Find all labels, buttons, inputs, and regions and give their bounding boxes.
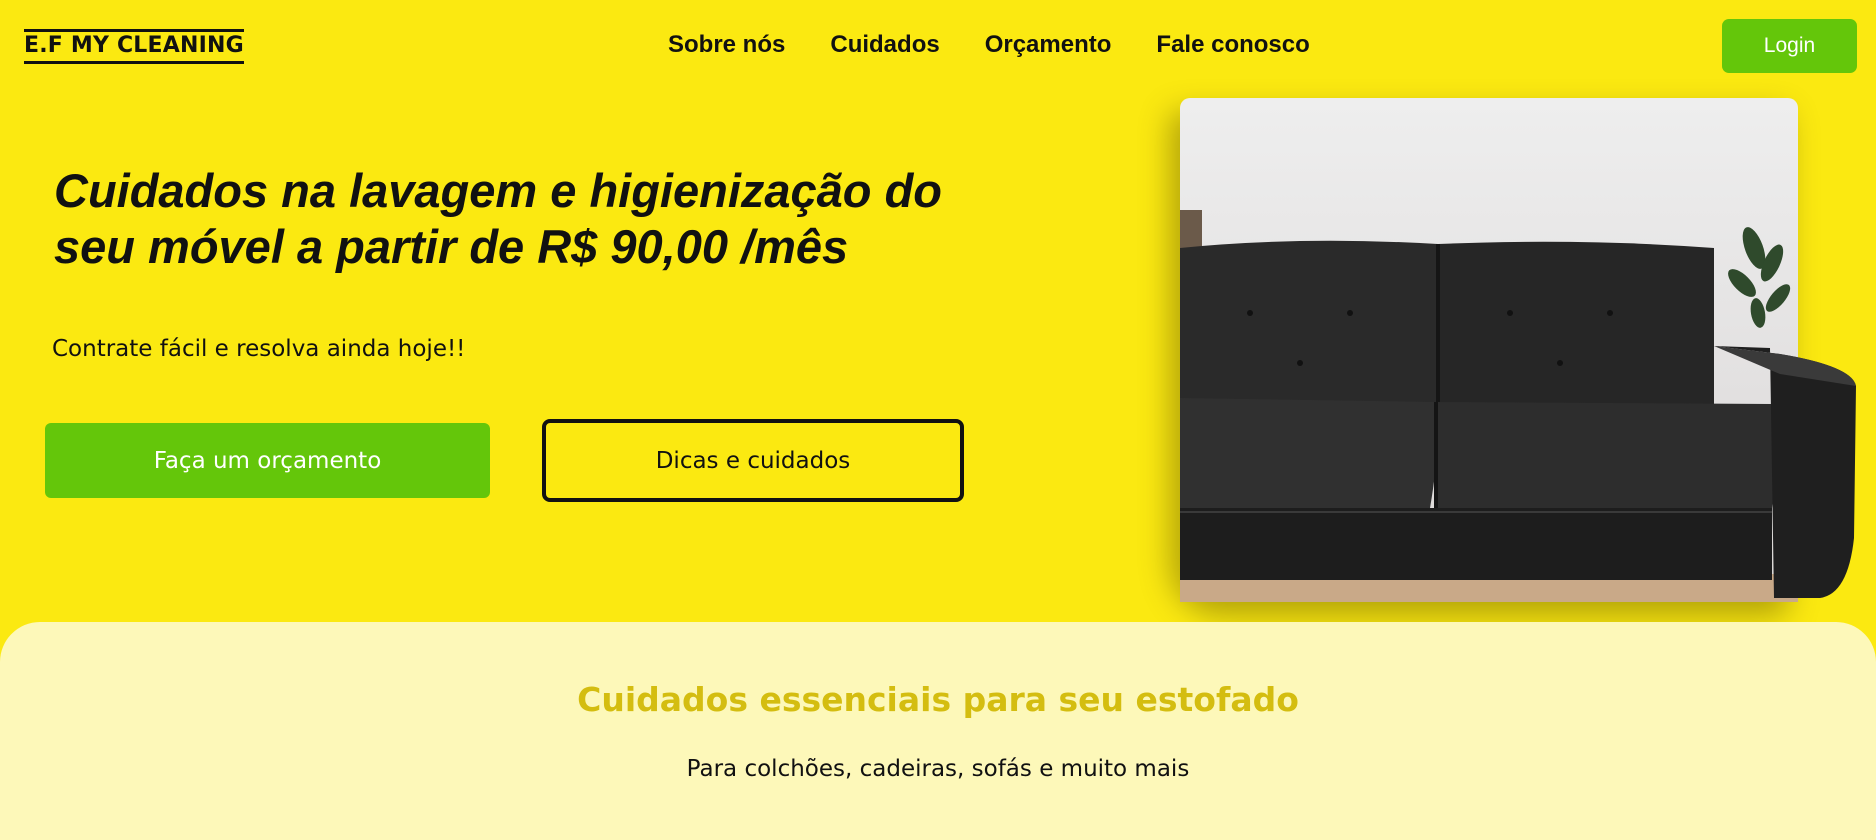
nav-link-sobre-nos[interactable]: Sobre nós: [668, 28, 785, 62]
sofa-image: [1180, 98, 1856, 602]
care-section: Cuidados essenciais para seu estofado Pa…: [0, 622, 1876, 840]
hero-title-line-2: seu móvel a partir de R$ 90,00 /mês: [54, 220, 849, 273]
tips-button[interactable]: Dicas e cuidados: [542, 419, 964, 502]
landing-page: E.F MY CLEANING Sobre nós Cuidados Orçam…: [0, 0, 1876, 840]
hero-subtitle: Contrate fácil e resolva ainda hoje!!: [52, 336, 466, 362]
hero-title-line-1: Cuidados na lavagem e higienização do: [54, 164, 942, 217]
nav-link-orcamento[interactable]: Orçamento: [985, 28, 1112, 62]
nav-link-cuidados[interactable]: Cuidados: [830, 28, 939, 62]
main-nav: Sobre nós Cuidados Orçamento Fale conosc…: [668, 28, 1310, 62]
section-subtitle: Para colchões, cadeiras, sofás e muito m…: [686, 756, 1190, 782]
site-logo[interactable]: E.F MY CLEANING: [24, 29, 244, 64]
login-button[interactable]: Login: [1722, 19, 1857, 73]
section-title: Cuidados essenciais para seu estofado: [577, 680, 1299, 719]
quote-button[interactable]: Faça um orçamento: [45, 423, 490, 498]
nav-link-fale-conosco[interactable]: Fale conosco: [1156, 28, 1309, 62]
hero-title: Cuidados na lavagem e higienização do se…: [54, 163, 1014, 275]
sofa-photo-icon: [1180, 210, 1856, 602]
